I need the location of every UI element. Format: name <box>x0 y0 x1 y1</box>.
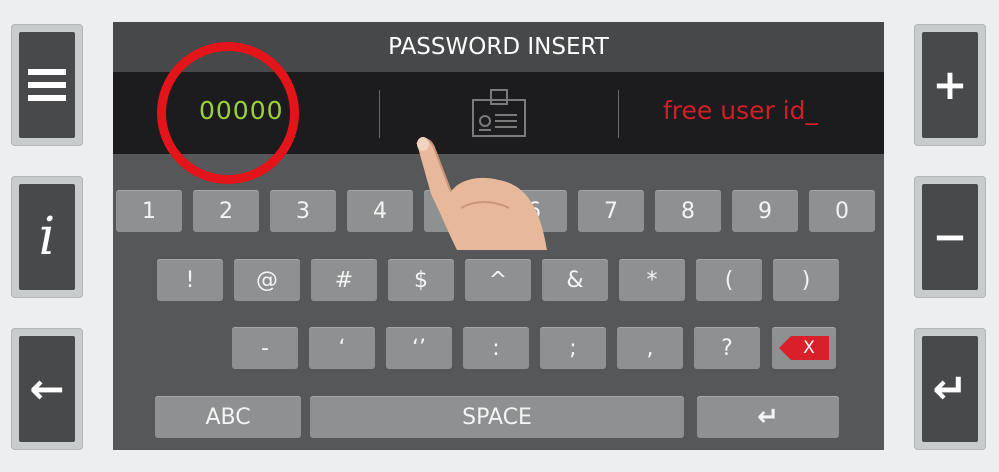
enter-key[interactable]: ↵ <box>697 396 839 438</box>
minus-button[interactable]: − <box>914 176 986 298</box>
key-row3-0[interactable]: - <box>232 327 298 369</box>
key-row1-2[interactable]: 3 <box>270 190 336 232</box>
key-row2-4[interactable]: ^ <box>465 259 531 301</box>
display-separator <box>618 90 619 138</box>
pointing-hand-icon <box>416 137 547 250</box>
plus-button[interactable]: + <box>914 24 986 146</box>
display-separator <box>379 90 380 138</box>
hamburger-menu-icon <box>28 69 66 101</box>
key-row3-1[interactable]: ‘ <box>309 327 375 369</box>
key-row1-3[interactable]: 4 <box>347 190 413 232</box>
key-row3-5[interactable]: , <box>617 327 683 369</box>
key-row3-3[interactable]: : <box>463 327 529 369</box>
info-icon: i <box>38 207 56 267</box>
key-row1-7[interactable]: 8 <box>655 190 721 232</box>
abc-key[interactable]: ABC <box>155 396 301 438</box>
key-row2-0[interactable]: ! <box>157 259 223 301</box>
key-row2-7[interactable]: ( <box>696 259 762 301</box>
key-row1-1[interactable]: 2 <box>193 190 259 232</box>
backspace-icon: X <box>779 336 829 360</box>
key-row3-2[interactable]: ‘’ <box>386 327 452 369</box>
key-row2-5[interactable]: & <box>542 259 608 301</box>
key-row1-8[interactable]: 9 <box>732 190 798 232</box>
key-row2-2[interactable]: # <box>311 259 377 301</box>
key-row2-3[interactable]: $ <box>388 259 454 301</box>
delete-key[interactable]: X <box>772 327 836 369</box>
key-row3-4[interactable]: ; <box>540 327 606 369</box>
space-key[interactable]: SPACE <box>310 396 684 438</box>
key-row3-6[interactable]: ? <box>694 327 760 369</box>
back-button[interactable]: ← <box>11 328 83 450</box>
enter-button[interactable]: ↵ <box>914 328 986 450</box>
minus-icon: − <box>932 212 968 261</box>
key-row1-9[interactable]: 0 <box>809 190 875 232</box>
highlight-circle <box>157 42 299 184</box>
key-row2-1[interactable]: @ <box>234 259 300 301</box>
menu-button[interactable] <box>11 24 83 146</box>
arrow-left-icon: ← <box>29 364 65 413</box>
key-row1-6[interactable]: 7 <box>578 190 644 232</box>
enter-icon: ↵ <box>932 364 968 413</box>
key-row2-8[interactable]: ) <box>773 259 839 301</box>
key-row1-0[interactable]: 1 <box>116 190 182 232</box>
plus-icon: + <box>932 60 968 109</box>
user-id-field: free user id_ <box>663 96 819 125</box>
key-row2-6[interactable]: * <box>619 259 685 301</box>
info-button[interactable]: i <box>11 176 83 298</box>
